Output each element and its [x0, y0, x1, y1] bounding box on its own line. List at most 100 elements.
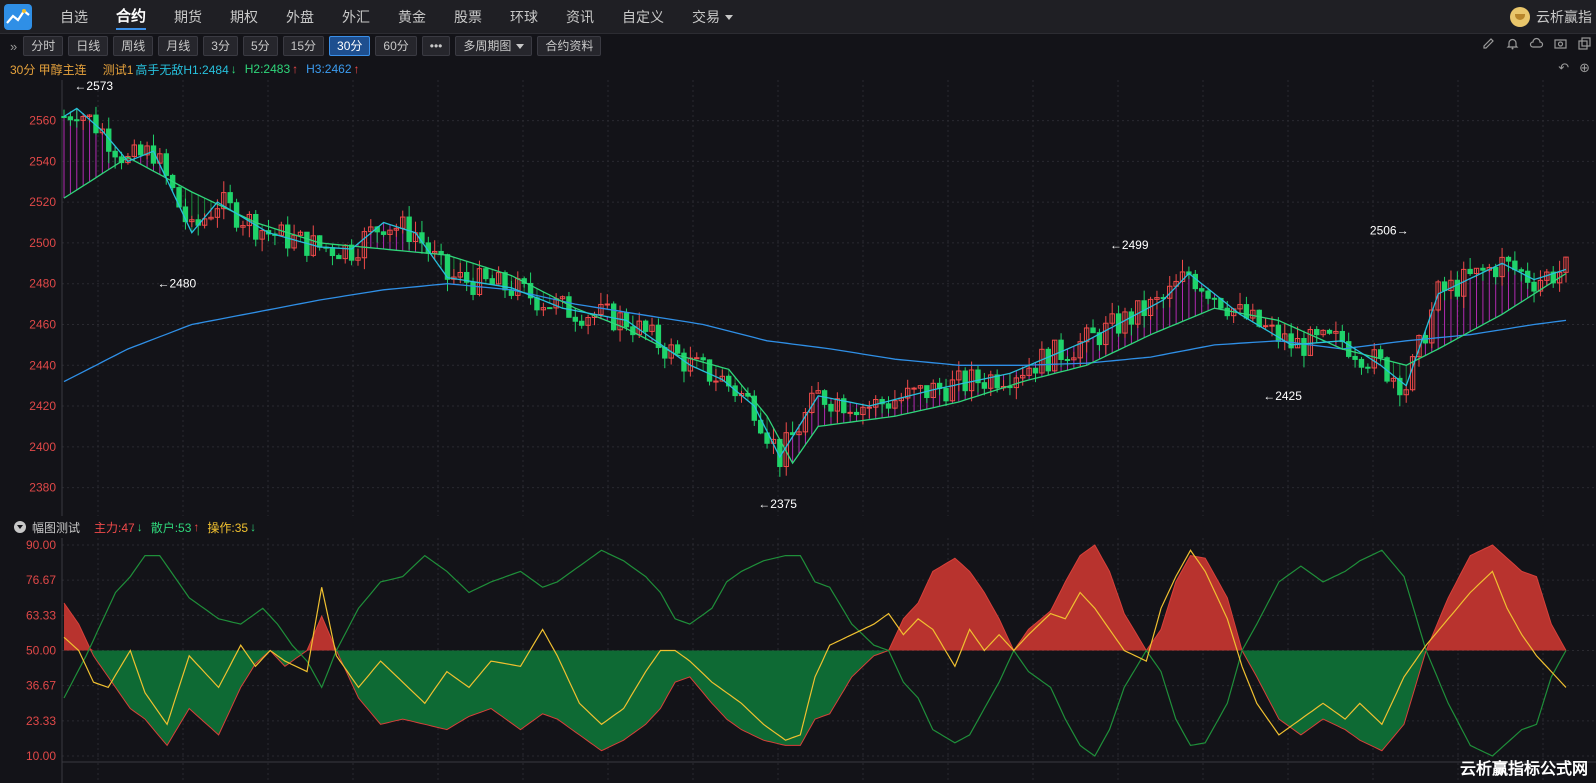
- undo-icon[interactable]: ↶: [1558, 60, 1569, 76]
- candle: [253, 210, 259, 247]
- main-force-positive-area: [64, 545, 1566, 651]
- arrow-up-icon: ↑: [353, 62, 360, 76]
- period-button-8[interactable]: 60分: [375, 36, 417, 56]
- sub-indicator-chart[interactable]: 90.00 76.67 63.33 50.00 36.67 23.33 10.00: [0, 538, 1596, 783]
- y-tick-label: 2520: [29, 195, 56, 209]
- period-buttons: 分时 日线 周线 月线 3分 5分 15分 30分 60分: [23, 36, 422, 56]
- price-annotation: 2506→: [1370, 224, 1409, 238]
- candle: [962, 367, 968, 396]
- candle: [527, 272, 534, 305]
- nav-item-2[interactable]: 期货: [160, 0, 216, 34]
- period-button-0[interactable]: 分时: [23, 36, 64, 56]
- candle: [674, 340, 681, 355]
- nav-trade-menu[interactable]: 交易: [678, 0, 747, 34]
- candle: [828, 401, 834, 418]
- pen-draw-icon[interactable]: [1481, 36, 1496, 51]
- nav-item-5[interactable]: 外汇: [328, 0, 384, 34]
- camera-screenshot-icon[interactable]: [1553, 36, 1568, 51]
- candle: [304, 231, 310, 262]
- nav-item-8[interactable]: 环球: [496, 0, 552, 34]
- nav-item-6[interactable]: 黄金: [384, 0, 440, 34]
- candle: [259, 229, 265, 252]
- candle: [1039, 341, 1045, 374]
- candle: [1467, 258, 1473, 276]
- sub-indicator-bar: 幅图测试 主力:47 ↓ 散户:53 ↑ 操作:35 ↓: [0, 516, 1596, 538]
- candlestick-chart[interactable]: 2560 2540 2520 2500 2480 2460 2440 2420 2400 2380…: [0, 80, 1596, 516]
- candle: [387, 229, 393, 242]
- app-logo-icon[interactable]: [4, 3, 32, 30]
- candle: [936, 377, 943, 396]
- more-periods-button[interactable]: •••: [421, 36, 451, 56]
- period-button-6[interactable]: 15分: [282, 36, 325, 56]
- collapse-panel-icon[interactable]: [14, 521, 26, 533]
- nav-item-1[interactable]: 合约: [102, 0, 160, 34]
- y-tick-label: 2400: [29, 440, 56, 454]
- candle: [1441, 276, 1448, 301]
- cloud-icon[interactable]: [1529, 36, 1544, 51]
- candle: [841, 394, 847, 414]
- copy-window-icon[interactable]: [1577, 36, 1592, 51]
- bell-alert-icon[interactable]: [1505, 36, 1520, 51]
- candle: [649, 317, 655, 336]
- candle: [1301, 330, 1307, 368]
- candle: [834, 392, 841, 423]
- candle: [655, 318, 662, 355]
- sub-chart-y-axis: 90.00 76.67 63.33 50.00 36.67 23.33 10.00: [26, 538, 56, 763]
- candle: [1320, 329, 1326, 338]
- zoom-in-icon[interactable]: ⊕: [1579, 60, 1590, 76]
- contract-info-button[interactable]: 合约资料: [537, 36, 602, 56]
- watermark-text: 云析赢指标公式网: [1459, 761, 1588, 778]
- nav-item-0[interactable]: 自选: [46, 0, 102, 34]
- candle: [1045, 347, 1051, 375]
- candle: [585, 314, 591, 335]
- nav-item-9[interactable]: 资讯: [552, 0, 608, 34]
- candle: [1505, 255, 1512, 272]
- period-button-3[interactable]: 月线: [158, 36, 199, 56]
- candle: [291, 224, 297, 251]
- brand[interactable]: 云析赢指: [1510, 0, 1596, 34]
- nav-item-4[interactable]: 外盘: [272, 0, 328, 34]
- candle: [572, 308, 579, 332]
- candle: [137, 140, 144, 157]
- candle: [400, 210, 406, 234]
- period-button-1[interactable]: 日线: [68, 36, 109, 56]
- candle: [630, 315, 636, 343]
- candle: [246, 211, 253, 238]
- period-button-5[interactable]: 5分: [242, 36, 278, 56]
- y-tick-label: 2420: [29, 399, 56, 413]
- candle: [1020, 366, 1026, 386]
- candle: [1403, 384, 1409, 403]
- nav-item-10[interactable]: 自定义: [608, 0, 678, 34]
- period-button-4[interactable]: 3分: [203, 36, 238, 56]
- indicator-name[interactable]: 测试1: [103, 61, 134, 78]
- candle: [1000, 380, 1007, 391]
- period-button-2[interactable]: 周线: [113, 36, 154, 56]
- multi-period-button[interactable]: 多周期图: [455, 36, 533, 56]
- arrow-up-icon: ↑: [292, 62, 299, 76]
- candle: [866, 400, 873, 419]
- candle: [1307, 326, 1314, 357]
- expand-sidebar-icon[interactable]: »: [10, 39, 17, 54]
- indicator-info-bar: 30分 甲醇主连 测试1 高手无敌H1:2484 ↓ H2:2483 ↑ H3:…: [0, 58, 1596, 80]
- candle: [278, 221, 285, 236]
- candle: [144, 141, 150, 160]
- candle: [1448, 270, 1454, 300]
- candle: [610, 301, 617, 332]
- indicator-h2-value: H2:2483: [244, 62, 291, 76]
- y-tick-label: 2500: [29, 236, 56, 250]
- candle: [885, 396, 892, 414]
- candle: [815, 382, 821, 394]
- candle: [1314, 326, 1320, 343]
- candle: [1090, 319, 1096, 334]
- nav-item-3[interactable]: 期权: [216, 0, 272, 34]
- candle: [681, 348, 687, 383]
- candle: [1250, 303, 1256, 322]
- sub-indicator-name[interactable]: 幅图测试: [32, 519, 80, 536]
- period-button-7[interactable]: 30分: [329, 36, 371, 56]
- price-annotation: ←2375: [758, 497, 797, 511]
- candle: [150, 134, 157, 167]
- nav-item-7[interactable]: 股票: [440, 0, 496, 34]
- candle: [924, 385, 930, 404]
- arrow-up-icon: ↑: [193, 520, 200, 534]
- candle: [860, 403, 866, 425]
